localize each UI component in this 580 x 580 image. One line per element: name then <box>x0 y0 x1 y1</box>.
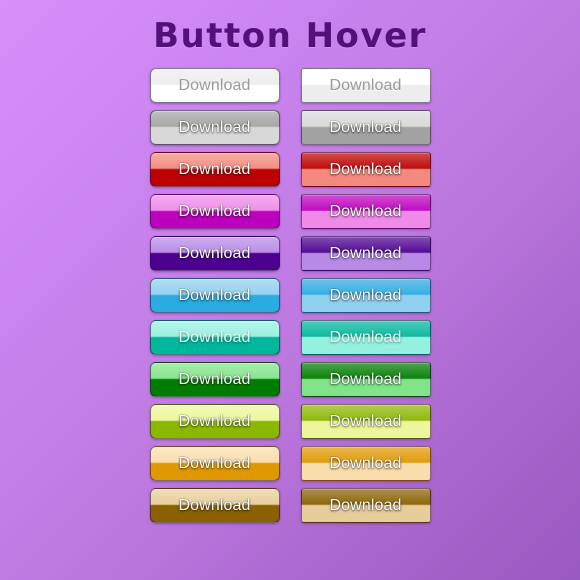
button-cell-teal-normal: Download <box>149 320 280 355</box>
button-cell-lime-hover: Download <box>300 404 431 439</box>
button-row-violet: Download Download <box>149 236 431 271</box>
button-cell-blue-normal: Download <box>149 278 280 313</box>
button-row-magenta: Download Download <box>149 194 431 229</box>
button-row-white: Download Download <box>149 68 431 103</box>
download-button-red-hover[interactable]: Download <box>300 152 431 187</box>
download-button-label: Download <box>329 496 402 514</box>
download-button-label: Download <box>178 370 251 388</box>
button-cell-white-normal: Download <box>149 68 280 103</box>
download-button-green-hover[interactable]: Download <box>300 362 431 397</box>
button-cell-magenta-hover: Download <box>300 194 431 229</box>
download-button-white-normal[interactable]: Download <box>149 68 280 103</box>
download-button-label: Download <box>178 496 251 514</box>
download-button-label: Download <box>178 328 251 346</box>
button-cell-blue-hover: Download <box>300 278 431 313</box>
button-cell-grey-hover: Download <box>300 110 431 145</box>
download-button-blue-normal[interactable]: Download <box>149 278 280 313</box>
download-button-label: Download <box>329 454 402 472</box>
page-title: Button Hover <box>153 16 427 56</box>
download-button-label: Download <box>329 160 402 178</box>
download-button-grey-normal[interactable]: Download <box>149 110 280 145</box>
button-row-green: Download Download <box>149 362 431 397</box>
button-cell-brown-hover: Download <box>300 488 431 523</box>
download-button-brown-normal[interactable]: Download <box>149 488 280 523</box>
download-button-label: Download <box>329 370 402 388</box>
download-button-label: Download <box>329 118 402 136</box>
download-button-label: Download <box>178 244 251 262</box>
download-button-violet-normal[interactable]: Download <box>149 236 280 271</box>
download-button-label: Download <box>178 454 251 472</box>
download-button-lime-normal[interactable]: Download <box>149 404 280 439</box>
button-row-brown: Download Download <box>149 488 431 523</box>
download-button-teal-normal[interactable]: Download <box>149 320 280 355</box>
button-cell-green-normal: Download <box>149 362 280 397</box>
button-cell-white-hover: Download <box>300 68 431 103</box>
page-root: Button Hover Download Download Download Dow… <box>0 0 580 580</box>
download-button-label: Download <box>178 118 251 136</box>
button-row-orange: Download Download <box>149 446 431 481</box>
download-button-white-hover[interactable]: Download <box>300 68 431 103</box>
download-button-label: Download <box>329 202 402 220</box>
download-button-label: Download <box>329 286 402 304</box>
download-button-red-normal[interactable]: Download <box>149 152 280 187</box>
download-button-teal-hover[interactable]: Download <box>300 320 431 355</box>
download-button-blue-hover[interactable]: Download <box>300 278 431 313</box>
download-button-label: Download <box>329 328 402 346</box>
button-cell-red-hover: Download <box>300 152 431 187</box>
button-cell-violet-normal: Download <box>149 236 280 271</box>
download-button-violet-hover[interactable]: Download <box>300 236 431 271</box>
button-cell-lime-normal: Download <box>149 404 280 439</box>
button-row-teal: Download Download <box>149 320 431 355</box>
download-button-label: Download <box>178 76 251 94</box>
button-cell-red-normal: Download <box>149 152 280 187</box>
download-button-label: Download <box>329 244 402 262</box>
button-cell-teal-hover: Download <box>300 320 431 355</box>
button-row-red: Download Download <box>149 152 431 187</box>
download-button-label: Download <box>178 412 251 430</box>
button-cell-grey-normal: Download <box>149 110 280 145</box>
button-cell-orange-normal: Download <box>149 446 280 481</box>
button-cell-green-hover: Download <box>300 362 431 397</box>
download-button-orange-hover[interactable]: Download <box>300 446 431 481</box>
download-button-brown-hover[interactable]: Download <box>300 488 431 523</box>
download-button-orange-normal[interactable]: Download <box>149 446 280 481</box>
button-cell-violet-hover: Download <box>300 236 431 271</box>
button-row-lime: Download Download <box>149 404 431 439</box>
download-button-magenta-normal[interactable]: Download <box>149 194 280 229</box>
download-button-label: Download <box>178 160 251 178</box>
download-button-green-normal[interactable]: Download <box>149 362 280 397</box>
button-row-blue: Download Download <box>149 278 431 313</box>
download-button-magenta-hover[interactable]: Download <box>300 194 431 229</box>
download-button-label: Download <box>178 202 251 220</box>
button-cell-brown-normal: Download <box>149 488 280 523</box>
download-button-label: Download <box>178 286 251 304</box>
download-button-label: Download <box>329 76 402 94</box>
button-cell-orange-hover: Download <box>300 446 431 481</box>
button-grid: Download Download Download Download Download… <box>0 68 580 523</box>
button-cell-magenta-normal: Download <box>149 194 280 229</box>
download-button-grey-hover[interactable]: Download <box>300 110 431 145</box>
button-row-grey: Download Download <box>149 110 431 145</box>
download-button-lime-hover[interactable]: Download <box>300 404 431 439</box>
download-button-label: Download <box>329 412 402 430</box>
